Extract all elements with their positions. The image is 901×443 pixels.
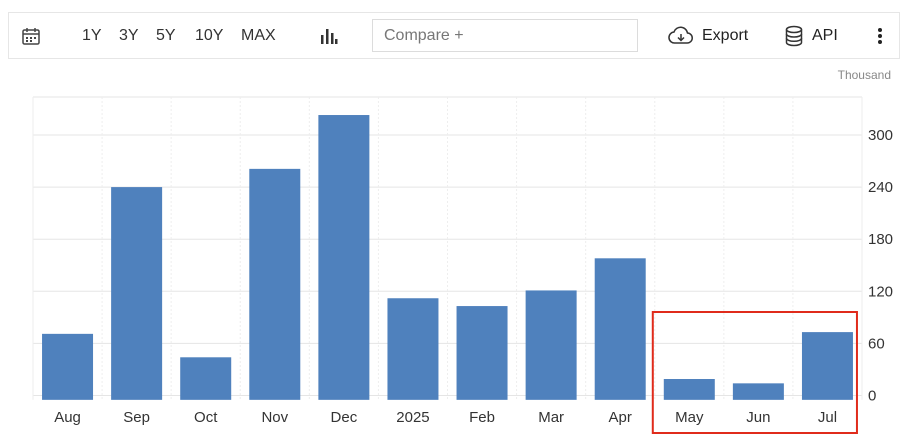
x-tick-label: Jun	[746, 409, 770, 426]
x-tick-label: Mar	[538, 409, 564, 426]
x-tick-label: Apr	[609, 409, 632, 426]
x-tick-label: Nov	[261, 409, 288, 426]
bar-may[interactable]	[663, 379, 715, 400]
bar-oct[interactable]	[180, 357, 232, 400]
x-tick-label: Feb	[469, 409, 495, 426]
x-tick-label: Sep	[123, 409, 150, 426]
bar-aug[interactable]	[42, 333, 94, 400]
y-tick-label: 180	[868, 231, 893, 248]
x-tick-label: Dec	[331, 409, 358, 426]
bar-sep[interactable]	[111, 187, 163, 400]
bar-feb[interactable]	[456, 306, 508, 400]
bar-dec[interactable]	[318, 115, 370, 400]
x-tick-label: Jul	[818, 409, 837, 426]
x-tick-label: Oct	[194, 409, 218, 426]
bar-apr[interactable]	[594, 258, 646, 400]
y-tick-label: 300	[868, 127, 893, 144]
y-tick-label: 120	[868, 283, 893, 300]
bar-mar[interactable]	[525, 290, 577, 400]
x-tick-label: 2025	[396, 409, 429, 426]
bar-jul[interactable]	[801, 332, 853, 400]
bar-jun[interactable]	[732, 383, 784, 400]
y-tick-label: 0	[868, 388, 876, 405]
bar-chart: Aug Sep Oct Nov Dec 2025 Feb Mar Apr May Jun Jul 0 60…	[32, 96, 893, 434]
bar-2025[interactable]	[387, 298, 439, 400]
bar-nov[interactable]	[249, 168, 301, 400]
y-tick-label: 60	[868, 335, 885, 352]
x-tick-label: May	[675, 409, 704, 426]
y-tick-label: 240	[868, 179, 893, 196]
x-tick-label: Aug	[54, 409, 81, 426]
